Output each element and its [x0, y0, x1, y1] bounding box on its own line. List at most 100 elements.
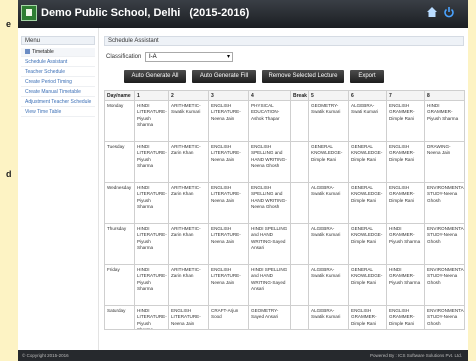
powered-by-text: Powered By : ICS Software Solutions Pvt.…	[369, 353, 462, 358]
lecture-cell[interactable]: GENERAL KNOWLEDGE-Dimple Rani	[349, 183, 387, 224]
lecture-cell[interactable]: PHYSICAL EDUCATION-Ashok Thapar	[249, 101, 291, 142]
sidebar-item-label: Timetable	[32, 49, 54, 55]
lecture-cell[interactable]: ENGLISH LITERATURE-Neena Jain	[209, 224, 249, 265]
right-margin-strip	[468, 0, 476, 361]
lecture-cell[interactable]: ARITHMETIC-Zarin Khan	[169, 142, 209, 183]
lecture-cell[interactable]: ENGLISH LITERATURE-Neena Jain	[209, 183, 249, 224]
break-cell	[291, 224, 309, 265]
lecture-cell[interactable]: ENGLISH LITERATURE-Neena Jain	[209, 142, 249, 183]
lecture-cell[interactable]: HINDI SPELLING and HAND WRITING-Sayed An…	[249, 265, 291, 306]
break-cell	[291, 101, 309, 142]
lecture-cell[interactable]: HINDI GRAMMER-Piyush Sharma	[387, 224, 425, 265]
lecture-cell[interactable]: HINDI LITERATURE-Piyush Sharma	[135, 265, 169, 306]
auto-generate-fill-button[interactable]: Auto Generate Fill	[192, 70, 256, 83]
copyright-text: © Copyright 2015-2016	[22, 353, 69, 358]
remove-selected-lecture-button[interactable]: Remove Selected Lecture	[262, 70, 344, 83]
lecture-cell[interactable]: ENVIRONMENTAL STUDY-Neena Ghosh	[425, 224, 465, 265]
lecture-cell[interactable]: ALGEBRA-Swatik Kumari	[309, 306, 349, 330]
export-button[interactable]: Export	[350, 70, 384, 83]
lecture-cell[interactable]: ARITHMETIC-Swatik Kumari	[169, 101, 209, 142]
menu-header: Menu	[21, 36, 95, 45]
lecture-cell[interactable]: ENGLISH LITERATURE-Neena Jain	[209, 265, 249, 306]
lecture-cell[interactable]: GENERAL KNOWLEDGE-Dimple Rani	[349, 142, 387, 183]
lecture-cell[interactable]: HINDI LITERATURE-Piyush Sharma	[135, 183, 169, 224]
lecture-cell[interactable]: ENGLISH GRAMMER-Dimple Rani	[387, 183, 425, 224]
sidebar-item-timetable[interactable]: Timetable	[21, 48, 95, 57]
lecture-cell[interactable]: HINDI LITERATURE-Piyush Sharma	[135, 142, 169, 183]
lecture-cell[interactable]: ENGLISH LITERATURE-Neena Jain	[209, 101, 249, 142]
lecture-cell[interactable]: ARITHMETIC-Zarin Khan	[169, 224, 209, 265]
session-year: (2015-2016)	[189, 7, 250, 19]
school-logo-icon	[21, 5, 37, 21]
lecture-cell[interactable]: ENVIRONMENTAL STUDY-Neena Ghosh	[425, 265, 465, 306]
lecture-cell[interactable]: DRAWING-Neena Jain	[425, 142, 465, 183]
timetable-grid: Day/name 1 2 3 4 Break 5 6 7 8 Monday HINDI LITERAT…	[104, 90, 465, 330]
lecture-cell[interactable]: ENGLISH GRAMMER-Dimple Rani	[387, 306, 425, 330]
classification-value: I-A	[149, 54, 157, 60]
left-margin-strip: e d	[0, 0, 18, 361]
break-cell	[291, 183, 309, 224]
school-name: Demo Public School, Delhi	[41, 7, 181, 19]
lecture-cell[interactable]: ENGLISH SPELLING and HAND WRITING-Neena …	[249, 183, 291, 224]
column-header: 2	[169, 91, 209, 101]
lecture-cell[interactable]: HINDI GRAMMER-Piyush Sharma	[425, 101, 465, 142]
lecture-cell[interactable]: CRAFT-Arjun Sood	[209, 306, 249, 330]
column-header: Day/name	[105, 91, 135, 101]
lecture-cell[interactable]: GENERAL KNOWLEDGE-Dimple Rani	[349, 265, 387, 306]
lecture-cell[interactable]: ARITHMETIC-Zarin Khan	[169, 265, 209, 306]
footer: © Copyright 2015-2016 Powered By : ICS S…	[18, 350, 468, 361]
column-header: Break	[291, 91, 309, 101]
lecture-cell[interactable]: ALGEBRA-Swati Kumari	[349, 101, 387, 142]
lecture-cell[interactable]: GENERAL KNOWLEDGE-Dimple Rani	[349, 224, 387, 265]
classification-label: Classification	[106, 54, 142, 60]
timetable-icon	[25, 49, 30, 55]
column-header: 8	[425, 91, 465, 101]
home-icon[interactable]	[425, 6, 439, 20]
lecture-cell[interactable]: ENGLISH GRAMMER-Dimple Rani	[387, 101, 425, 142]
lecture-cell[interactable]: ENGLISH GRAMMER-Dimple Rani	[387, 142, 425, 183]
lecture-cell[interactable]: ENGLISH GRAMMER-Dimple Rani	[349, 306, 387, 330]
lecture-cell[interactable]: HINDI LITERATURE-Piyush Sharma	[135, 306, 169, 330]
sidebar-item-teacher-schedule[interactable]: Teacher Schedule	[21, 68, 95, 77]
sidebar-item-adjustment-schedule[interactable]: Adjustment Teacher Schedule	[21, 98, 95, 107]
lecture-cell[interactable]: ALGEBRA-Swatik Kumari	[309, 265, 349, 306]
day-cell: Friday	[105, 265, 135, 306]
section-title: Schedule Assistant	[104, 36, 464, 46]
column-header: 5	[309, 91, 349, 101]
lecture-cell[interactable]: HINDI LITERATURE-Piyush Sharma	[135, 224, 169, 265]
column-header: 1	[135, 91, 169, 101]
lecture-cell[interactable]: ARITHMETIC-Zarin Khan	[169, 183, 209, 224]
sidebar-item-view-timetable[interactable]: View Time Table	[21, 108, 95, 117]
lecture-cell[interactable]: HINDI SPELLING and HAND WRITING-Sayed An…	[249, 224, 291, 265]
lecture-cell[interactable]: ENVIRONMENTAL STUDY-Neena Ghosh	[425, 306, 465, 330]
margin-char: d	[6, 169, 12, 179]
day-cell: Thursday	[105, 224, 135, 265]
sidebar-item-create-manual-timetable[interactable]: Create Manual Timetable	[21, 88, 95, 97]
column-header: 3	[209, 91, 249, 101]
sidebar-item-schedule-assistant[interactable]: Schedule Assistant	[21, 58, 95, 67]
sidebar: Menu Timetable Schedule Assistant Teache…	[18, 28, 99, 350]
power-icon[interactable]	[442, 6, 456, 20]
column-header: 4	[249, 91, 291, 101]
lecture-cell[interactable]: HINDI GRAMMER-Piyush Sharma	[387, 265, 425, 306]
lecture-cell[interactable]: ENVIRONMENTAL STUDY-Neena Ghosh	[425, 183, 465, 224]
lecture-cell[interactable]: ALGEBRA-Swatik Kumari	[309, 224, 349, 265]
lecture-cell[interactable]: ENGLISH LITERATURE-Neena Jain	[169, 306, 209, 330]
lecture-cell[interactable]: ALGEBRA-Swatik Kumari	[309, 183, 349, 224]
title-bar: Demo Public School, Delhi (2015-2016)	[18, 0, 468, 28]
lecture-cell[interactable]: GEOMETRY-Swatik Kumari	[309, 101, 349, 142]
chevron-down-icon: ▾	[226, 54, 230, 60]
margin-char: e	[6, 19, 12, 29]
column-header: 6	[349, 91, 387, 101]
break-cell	[291, 265, 309, 306]
classification-select[interactable]: I-A ▾	[145, 52, 233, 62]
lecture-cell[interactable]: GENERAL KNOWLEDGE-Dimple Rani	[309, 142, 349, 183]
sidebar-item-create-period-timing[interactable]: Create Period Timing	[21, 78, 95, 87]
column-header: 7	[387, 91, 425, 101]
auto-generate-all-button[interactable]: Auto Generate All	[124, 70, 186, 83]
app-window: Demo Public School, Delhi (2015-2016) Men…	[18, 0, 468, 361]
lecture-cell[interactable]: ENGLISH SPELLING and HAND WRITING-Neena …	[249, 142, 291, 183]
break-cell	[291, 142, 309, 183]
lecture-cell[interactable]: GEOMETRY-Sayed Ansari	[249, 306, 291, 330]
lecture-cell[interactable]: HINDI LITERATURE-Piyush Sharma	[135, 101, 169, 142]
